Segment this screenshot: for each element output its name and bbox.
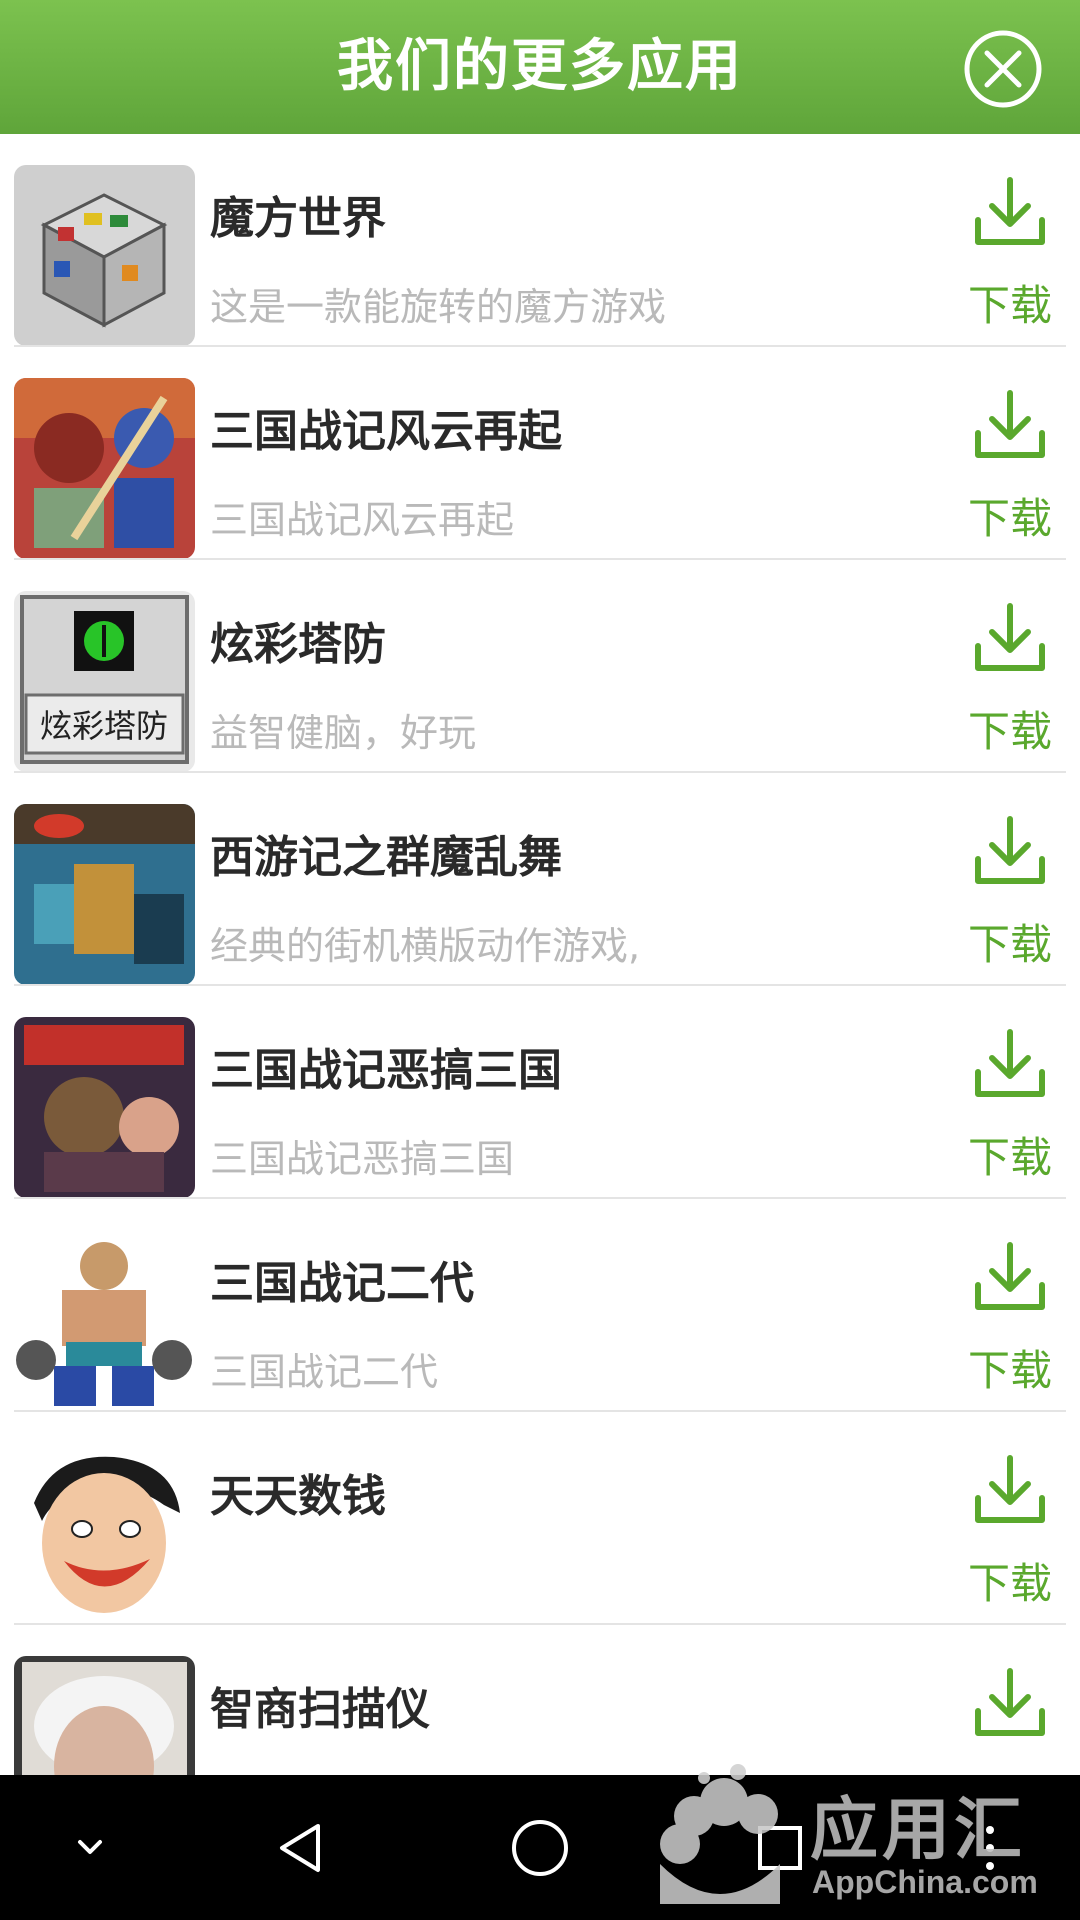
app-icon-sanguo-erdai <box>14 1230 195 1411</box>
app-list[interactable]: 魔方世界 这是一款能旋转的魔方游戏 下载 三国战记风云再起 三国战记风云再起 下… <box>0 134 1080 1775</box>
icon-caption: 炫彩塔防 <box>40 707 168 745</box>
list-item[interactable]: 西游记之群魔乱舞 经典的街机横版动作游戏, 下载 <box>0 773 1080 986</box>
list-item[interactable]: 三国战记风云再起 三国战记风云再起 下载 <box>0 347 1080 560</box>
download-icon <box>975 1668 1045 1736</box>
download-button[interactable]: 下载 <box>960 1026 1060 1186</box>
download-icon <box>975 1029 1045 1097</box>
download-label: 下载 <box>967 707 1052 756</box>
app-name: 魔方世界 <box>210 193 386 244</box>
app-description: 益智健脑，好玩 <box>210 711 477 755</box>
app-icon-sanguo-egao <box>14 1017 195 1198</box>
chevron-down-icon <box>78 1839 102 1854</box>
download-label: 下载 <box>967 1559 1052 1608</box>
download-label: 下载 <box>967 1346 1052 1395</box>
list-item[interactable]: 天天数钱 下载 <box>0 1412 1080 1625</box>
download-button[interactable]: 下载 <box>960 1239 1060 1399</box>
back-button[interactable] <box>250 1775 350 1920</box>
app-description: 经典的街机横版动作游戏, <box>210 924 641 968</box>
back-icon <box>280 1823 320 1872</box>
home-button[interactable] <box>490 1775 590 1920</box>
app-name: 三国战记恶搞三国 <box>210 1045 562 1096</box>
title-bar: 我们的更多应用 <box>0 0 1080 134</box>
download-button[interactable]: 下载 <box>960 600 1060 760</box>
app-icon-iq-scanner <box>14 1656 195 1775</box>
download-label: 下载 <box>967 920 1052 969</box>
app-icon-cube <box>14 165 195 346</box>
app-name: 三国战记风云再起 <box>210 406 562 457</box>
list-item[interactable]: 三国战记恶搞三国 三国战记恶搞三国 下载 <box>0 986 1080 1199</box>
download-button[interactable]: 下载 <box>960 387 1060 547</box>
hide-keyboard-button[interactable] <box>50 1775 130 1920</box>
download-button[interactable]: 下载 <box>960 174 1060 334</box>
app-icon-tower-defense: 炫彩塔防 <box>14 591 195 772</box>
watermark-title: 应用汇 <box>810 1791 1027 1870</box>
appchina-watermark: 应用汇 AppChina.com <box>640 1742 1080 1920</box>
download-icon <box>975 603 1045 671</box>
home-icon <box>512 1819 568 1876</box>
close-circle-icon <box>964 30 1042 108</box>
app-description: 三国战记风云再起 <box>210 498 515 542</box>
list-item[interactable]: 三国战记二代 三国战记二代 下载 <box>0 1199 1080 1412</box>
list-item[interactable]: 魔方世界 这是一款能旋转的魔方游戏 下载 <box>0 134 1080 347</box>
app-icon-xiyouji <box>14 804 195 985</box>
app-name: 天天数钱 <box>210 1471 386 1522</box>
download-icon <box>975 390 1045 458</box>
appchina-logo-icon <box>660 1764 780 1904</box>
app-name: 西游记之群魔乱舞 <box>210 832 562 883</box>
download-icon <box>975 1242 1045 1310</box>
download-label: 下载 <box>967 494 1052 543</box>
download-icon <box>975 1455 1045 1523</box>
download-label: 下载 <box>967 281 1052 330</box>
list-item[interactable]: 炫彩塔防 炫彩塔防 益智健脑，好玩 下载 <box>0 560 1080 773</box>
watermark-subtitle: AppChina.com <box>812 1864 1038 1900</box>
download-button[interactable]: 下载 <box>960 813 1060 973</box>
app-icon-tiantian-shuqian <box>14 1443 195 1624</box>
download-label: 下载 <box>967 1133 1052 1182</box>
app-name: 炫彩塔防 <box>210 619 386 670</box>
close-button[interactable] <box>963 29 1043 109</box>
app-description: 这是一款能旋转的魔方游戏 <box>210 285 667 329</box>
page-title: 我们的更多应用 <box>337 34 743 99</box>
download-icon <box>975 177 1045 245</box>
app-name: 智商扫描仪 <box>210 1684 430 1735</box>
app-description: 三国战记二代 <box>210 1350 439 1394</box>
download-button[interactable]: 下载 <box>960 1452 1060 1612</box>
app-name: 三国战记二代 <box>210 1258 474 1309</box>
app-description: 三国战记恶搞三国 <box>210 1137 515 1181</box>
app-icon-sanguo-fengyun <box>14 378 195 559</box>
download-icon <box>975 816 1045 884</box>
